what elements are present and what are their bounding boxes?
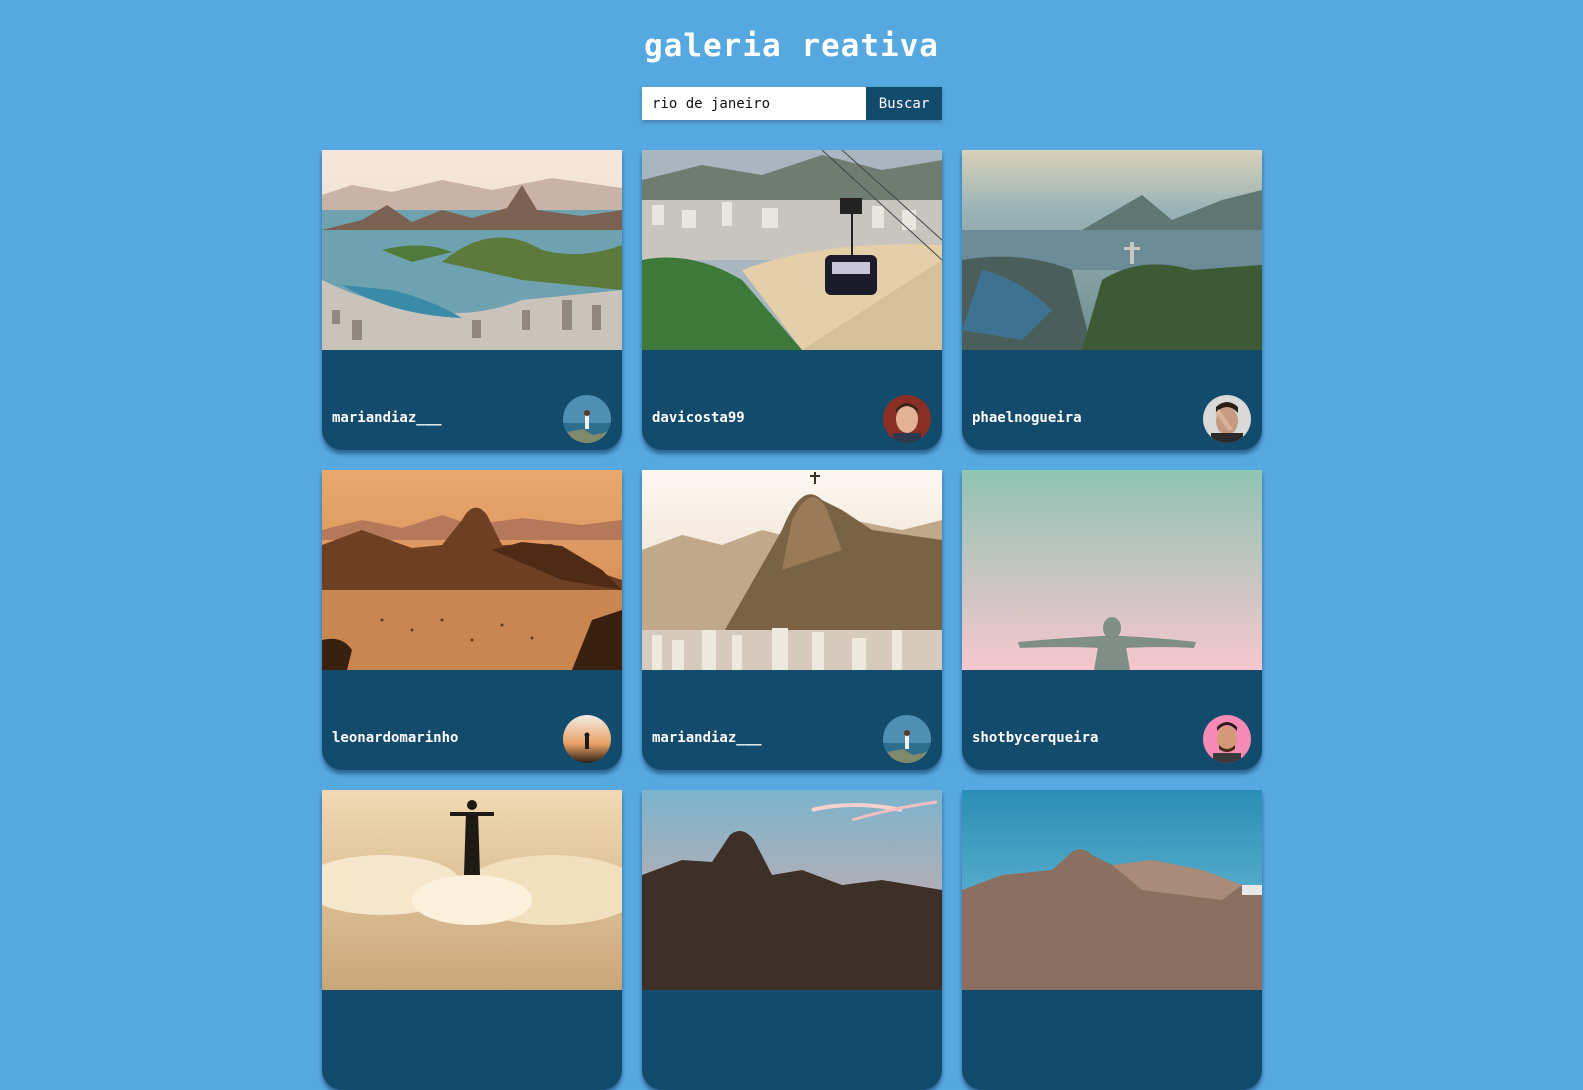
username[interactable]: davicosta99 <box>652 410 745 426</box>
photo-card[interactable]: phaelnogueira <box>962 150 1262 450</box>
search-input[interactable] <box>642 87 866 120</box>
man-pink-background-avatar[interactable] <box>1203 715 1251 763</box>
christ-statue-clouds-photo[interactable] <box>322 790 622 990</box>
man-portrait-avatar[interactable] <box>883 395 931 443</box>
person-sunset-avatar[interactable] <box>563 715 611 763</box>
photo-card[interactable]: mariandiaz___ <box>322 150 622 450</box>
person-on-rock-avatar[interactable] <box>883 715 931 763</box>
photo-card[interactable]: shotbycerqueira <box>962 470 1262 770</box>
christ-statue-pastel-sky-photo[interactable] <box>962 470 1262 670</box>
search-form: Buscar <box>642 87 942 120</box>
photo-card[interactable]: leonardomarinho <box>322 470 622 770</box>
sugarloaf-bay-aerial-photo[interactable] <box>322 150 622 350</box>
photo-card[interactable]: mariandiaz___ <box>642 470 942 770</box>
sugarloaf-pink-sky-photo[interactable] <box>642 790 942 990</box>
photo-card[interactable] <box>322 790 622 1090</box>
search-button[interactable]: Buscar <box>866 87 942 120</box>
username[interactable]: leonardomarinho <box>332 730 458 746</box>
person-on-rock-avatar[interactable] <box>563 395 611 443</box>
username[interactable]: shotbycerqueira <box>972 730 1098 746</box>
christ-redeemer-mountains-photo[interactable] <box>962 150 1262 350</box>
username[interactable]: phaelnogueira <box>972 410 1082 426</box>
photo-card[interactable]: davicosta99 <box>642 150 942 450</box>
sugarloaf-sunset-photo[interactable] <box>322 470 622 670</box>
username[interactable]: mariandiaz___ <box>652 730 762 746</box>
photo-card[interactable] <box>642 790 942 1090</box>
sugarloaf-blue-sky-photo[interactable] <box>962 790 1262 990</box>
man-covering-face-avatar[interactable] <box>1203 395 1251 443</box>
page-title: galeria reativa <box>644 28 939 64</box>
photo-card[interactable] <box>962 790 1262 1090</box>
cable-car-beach-photo[interactable] <box>642 150 942 350</box>
username[interactable]: mariandiaz___ <box>332 410 442 426</box>
corcovado-city-morning-photo[interactable] <box>642 470 942 670</box>
